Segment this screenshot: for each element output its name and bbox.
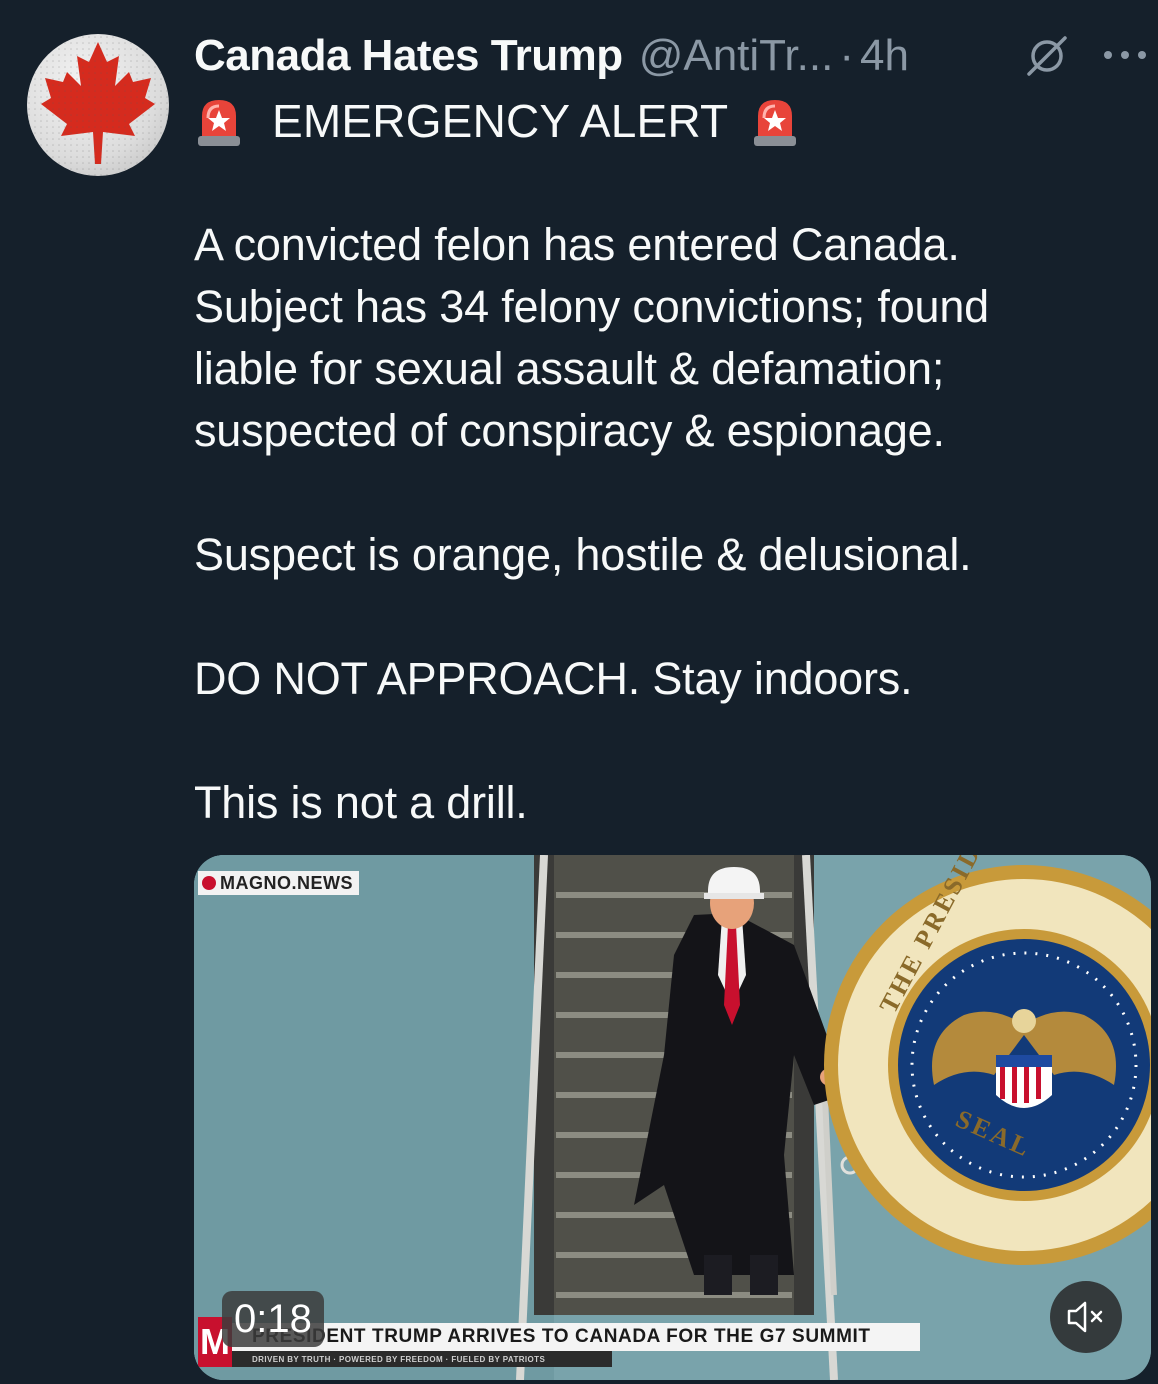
user-handle[interactable]: @AntiTr... [639,31,834,81]
mute-button[interactable] [1050,1281,1122,1353]
news-ticker-sub: DRIVEN BY TRUTH · POWERED BY FREEDOM · F… [222,1351,612,1367]
more-icon[interactable] [1100,45,1150,65]
text-line: liable for sexual assault & defamation; [194,343,945,394]
video-player[interactable]: THE PRESIDENT SEAL MAGNO.NEWS PRESIDENT … [194,855,1151,1380]
text-line: DO NOT APPROACH. Stay indoors. [194,653,913,704]
text-line: This is not a drill. [194,777,528,828]
video-frame: THE PRESIDENT SEAL [194,855,1151,1380]
display-name[interactable]: Canada Hates Trump [194,31,623,81]
news-ticker: PRESIDENT TRUMP ARRIVES TO CANADA FOR TH… [222,1323,920,1351]
siren-icon [754,100,797,146]
source-tag: MAGNO.NEWS [198,871,359,895]
separator-dot: · [839,31,854,80]
muted-speaker-icon [1067,1301,1103,1333]
source-logo-icon [202,876,216,890]
alert-heading: EMERGENCY ALERT [194,92,800,150]
maple-leaf-icon [27,34,169,176]
source-tag-label: MAGNO.NEWS [220,872,353,893]
text-line: Subject has 34 felony convictions; found [194,281,990,332]
siren-icon [198,100,240,146]
grok-icon[interactable] [1024,33,1070,79]
video-duration: 0:18 [222,1291,324,1347]
timestamp[interactable]: 4h [860,31,909,81]
tweet-header: Canada Hates Trump @AntiTr... · 4h [194,28,909,84]
text-line: suspected of conspiracy & espionage. [194,405,945,456]
alert-title: EMERGENCY ALERT [272,95,729,147]
tweet-text: A convicted felon has entered Canada. Su… [194,214,1144,834]
text-line: A convicted felon has entered Canada. [194,219,960,270]
text-line: Suspect is orange, hostile & delusional. [194,529,972,580]
avatar[interactable] [27,34,169,176]
